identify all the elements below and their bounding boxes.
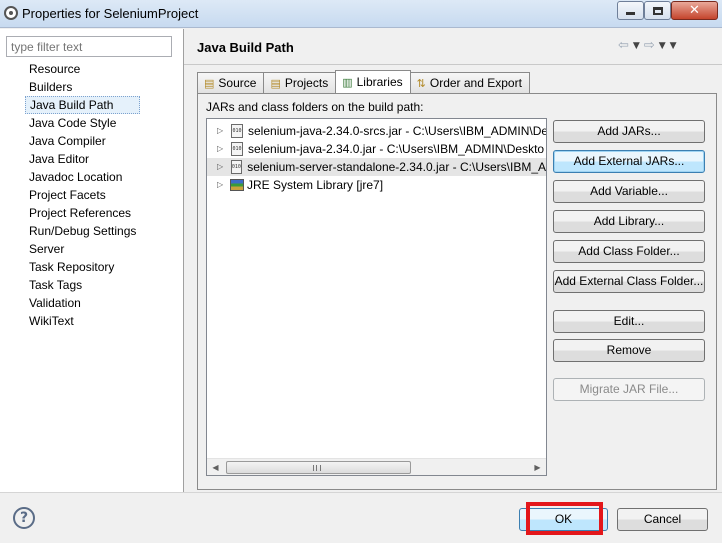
nav-item-java-code-style[interactable]: Java Code Style [25,114,140,132]
close-icon: ✕ [689,3,700,18]
nav-item-java-build-path[interactable]: Java Build Path [25,96,141,114]
tab-label: Order and Export [429,76,522,90]
expand-arrow-icon[interactable]: ▷ [217,158,229,176]
edit-button[interactable]: Edit... [553,310,705,333]
expand-arrow-icon[interactable]: ▷ [217,122,229,140]
expand-arrow-icon[interactable]: ▷ [217,140,229,158]
remove-button[interactable]: Remove [553,339,705,362]
view-menu-icon[interactable]: ▼ [670,41,677,51]
nav-item-wikitext[interactable]: WikiText [25,312,140,330]
add-library-button[interactable]: Add Library... [553,210,705,233]
nav-item-resource[interactable]: Resource [25,60,140,78]
tab-label: Source [218,76,257,90]
tab-label: Libraries [356,75,403,89]
tree-item-label: selenium-java-2.34.0.jar - C:\Users\IBM_… [248,142,545,156]
source-folder-icon: ▤ [204,76,215,90]
nav-item-java-editor[interactable]: Java Editor [25,150,140,168]
grip-icon [313,465,321,471]
projects-icon: ▤ [270,76,281,90]
back-arrow-icon[interactable]: ⇦ [618,38,629,53]
close-button[interactable]: ✕ [671,1,718,20]
library-icon [230,179,244,191]
tab-source[interactable]: ▤ Source [197,72,265,93]
tab-label: Projects [284,76,329,90]
nav-item-project-facets[interactable]: Project Facets [25,186,140,204]
scrollbar-thumb[interactable] [226,461,411,474]
build-path-tabs: ▤ Source ▤ Projects ▥ Libraries ⇅ Order … [197,70,530,93]
property-pages-list: Resource Builders Java Build Path Java C… [25,60,141,330]
tab-libraries[interactable]: ▥ Libraries [335,70,411,93]
footer-divider [0,492,722,493]
tree-item[interactable]: ▷ 010 selenium-java-2.34.0-srcs.jar - C:… [207,122,547,140]
page-history-nav: ⇦ ▼ ⇨ ▼ ▼ [618,38,677,53]
dropdown-icon[interactable]: ▼ [633,41,640,51]
nav-item-builders[interactable]: Builders [25,78,140,96]
forward-arrow-icon[interactable]: ⇨ [644,38,655,53]
title-bar: Properties for SeleniumProject ✕ [0,0,722,28]
scroll-right-icon[interactable]: ▶ [529,459,546,475]
add-jars-button[interactable]: Add JARs... [553,120,705,143]
scroll-left-icon[interactable]: ◀ [207,459,224,475]
add-variable-button[interactable]: Add Variable... [553,180,705,203]
nav-item-java-compiler[interactable]: Java Compiler [25,132,140,150]
libraries-icon: ▥ [342,75,353,89]
jar-icon: 010 [231,124,243,138]
window-title: Properties for SeleniumProject [22,6,199,21]
nav-item-validation[interactable]: Validation [25,294,140,312]
nav-item-task-tags[interactable]: Task Tags [25,276,140,294]
expand-arrow-icon[interactable]: ▷ [217,176,229,194]
jars-label: JARs and class folders on the build path… [206,100,424,114]
maximize-icon [652,6,663,15]
order-export-icon: ⇅ [416,76,426,90]
tree-item-label: selenium-server-standalone-2.34.0.jar - … [247,160,546,174]
tree-item[interactable]: ▷ JRE System Library [jre7] [207,176,383,194]
tree-item[interactable]: ▷ 010 selenium-java-2.34.0.jar - C:\User… [207,140,544,158]
page-title: Java Build Path [197,40,294,55]
minimize-button[interactable] [617,1,644,20]
property-pages-panel: Resource Builders Java Build Path Java C… [0,29,184,492]
add-external-class-folder-button[interactable]: Add External Class Folder... [553,270,705,293]
jar-icon: 010 [230,160,243,174]
minimize-icon [626,12,635,15]
horizontal-scrollbar[interactable]: ◀ ▶ [207,458,546,475]
jar-icon: 010 [231,142,243,156]
ok-highlight-box [526,502,603,535]
nav-item-run-debug-settings[interactable]: Run/Debug Settings [25,222,140,240]
build-path-tree[interactable]: ▷ 010 selenium-java-2.34.0-srcs.jar - C:… [206,118,547,476]
tree-item-selected[interactable]: ▷ 010 selenium-server-standalone-2.34.0.… [207,158,546,176]
nav-item-task-repository[interactable]: Task Repository [25,258,140,276]
dropdown-icon[interactable]: ▼ [659,41,666,51]
help-icon[interactable]: ? [13,507,35,529]
eclipse-app-icon [4,6,18,20]
migrate-jar-button: Migrate JAR File... [553,378,705,401]
nav-item-project-references[interactable]: Project References [25,204,140,222]
nav-item-server[interactable]: Server [25,240,140,258]
filter-input[interactable] [6,36,172,57]
tree-item-label: selenium-java-2.34.0-srcs.jar - C:\Users… [248,124,547,138]
add-class-folder-button[interactable]: Add Class Folder... [553,240,705,263]
header-divider [184,64,722,65]
nav-item-javadoc-location[interactable]: Javadoc Location [25,168,140,186]
maximize-button[interactable] [644,1,671,20]
tab-projects[interactable]: ▤ Projects [263,72,337,93]
cancel-button[interactable]: Cancel [617,508,708,531]
add-external-jars-button[interactable]: Add External JARs... [553,150,705,173]
tab-order-and-export[interactable]: ⇅ Order and Export [409,72,530,93]
tree-item-label: JRE System Library [jre7] [247,178,384,192]
